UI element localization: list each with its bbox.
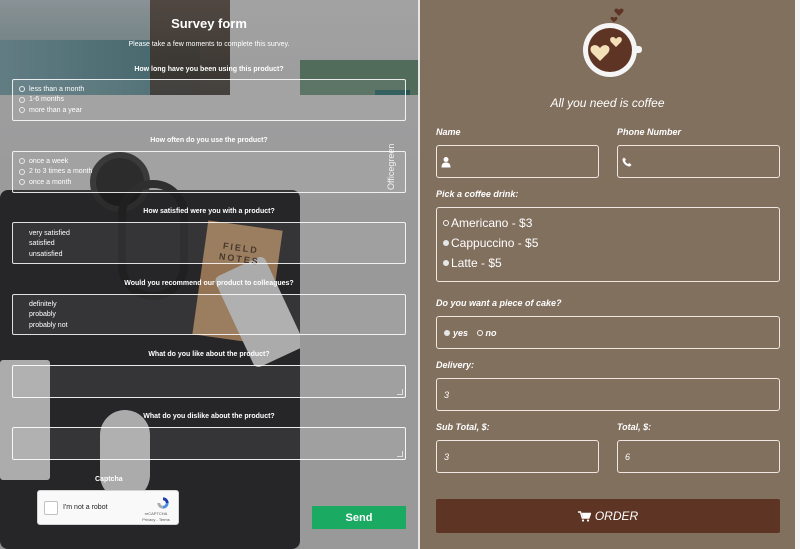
- question-likes: What do you like about the product?: [148, 351, 270, 358]
- question-dislikes: What do you dislike about the product?: [143, 413, 275, 420]
- right-edge: [795, 0, 800, 549]
- radio-icon[interactable]: [444, 330, 450, 336]
- radio-icon[interactable]: [443, 260, 449, 266]
- recaptcha-checkbox[interactable]: [44, 501, 58, 515]
- option-very-satisfied[interactable]: very satisfied: [13, 228, 405, 239]
- survey-panel: FIELD NOTES Officegreen Survey form Plea…: [0, 0, 418, 549]
- delivery-value: 3: [444, 389, 450, 400]
- option-once-week[interactable]: once a week: [13, 156, 405, 167]
- coffee-cup-hearts-icon: [583, 8, 642, 77]
- send-button[interactable]: Send: [312, 506, 406, 529]
- recaptcha-links[interactable]: Privacy - Terms: [138, 517, 174, 522]
- radio-icon[interactable]: [19, 86, 25, 93]
- option-more-than-year[interactable]: more than a year: [13, 105, 405, 116]
- name-label: Name: [436, 127, 461, 137]
- survey-subtitle: Please take a few moments to complete th…: [128, 41, 290, 48]
- option-satisfied[interactable]: satisfied: [13, 239, 405, 250]
- dislikes-textarea[interactable]: [12, 427, 406, 460]
- delivery-input[interactable]: 3: [436, 378, 780, 411]
- radio-icon[interactable]: [19, 168, 25, 175]
- cake-group: yes no: [436, 316, 780, 349]
- subtotal-label: Sub Total, $:: [436, 422, 490, 432]
- radio-icon[interactable]: [19, 107, 25, 114]
- cake-option-no[interactable]: no: [476, 328, 497, 338]
- order-label: ORDER: [594, 509, 639, 523]
- option-1-6-months[interactable]: 1-6 months: [13, 95, 405, 106]
- option-definitely[interactable]: definitely: [13, 299, 405, 310]
- recaptcha-brand: reCAPTCHA: [144, 511, 168, 516]
- satisfaction-select[interactable]: very satisfied satisfied unsatisfied: [12, 222, 406, 264]
- option-less-than-month[interactable]: less than a month: [13, 84, 405, 95]
- user-icon: [441, 156, 451, 167]
- order-button[interactable]: ORDER: [436, 499, 780, 533]
- total-value: 6: [625, 451, 631, 462]
- phone-icon: [622, 157, 632, 166]
- name-input[interactable]: [436, 145, 599, 178]
- drink-option-americano[interactable]: Americano - $3: [437, 213, 779, 233]
- cart-icon: [577, 510, 591, 522]
- cake-label: Do you want a piece of cake?: [436, 298, 562, 308]
- usage-duration-group: less than a month 1-6 months more than a…: [12, 79, 406, 121]
- drink-option-cappuccino[interactable]: Cappuccino - $5: [437, 233, 779, 253]
- cake-option-yes[interactable]: yes: [444, 328, 468, 338]
- recaptcha-widget: I'm not a robot reCAPTCHA Privacy - Term…: [37, 490, 179, 525]
- likes-textarea[interactable]: [12, 365, 406, 398]
- delivery-label: Delivery:: [436, 360, 475, 370]
- tagline: All you need is coffee: [550, 96, 665, 110]
- option-once-month[interactable]: once a month: [13, 177, 405, 188]
- question-recommend: Would you recommend our product to colle…: [124, 280, 294, 287]
- option-2-3-times-month[interactable]: 2 to 3 times a month: [13, 167, 405, 178]
- recaptcha-logo-icon: [157, 497, 169, 509]
- usage-frequency-group: once a week 2 to 3 times a month once a …: [12, 151, 406, 193]
- coffee-order-panel: All you need is coffee Name Phone Number…: [420, 0, 795, 549]
- captcha-label: Captcha: [95, 476, 123, 483]
- subtotal-input[interactable]: 3: [436, 440, 599, 473]
- drink-label: Pick a coffee drink:: [436, 189, 519, 199]
- radio-icon[interactable]: [443, 220, 449, 226]
- option-unsatisfied[interactable]: unsatisfied: [13, 249, 405, 260]
- drink-option-latte[interactable]: Latte - $5: [437, 253, 779, 273]
- radio-icon[interactable]: [476, 330, 483, 336]
- question-usage-duration: How long have you been using this produc…: [134, 66, 284, 73]
- phone-label: Phone Number: [617, 127, 682, 137]
- radio-icon[interactable]: [19, 179, 25, 186]
- question-usage-frequency: How often do you use the product?: [150, 137, 268, 144]
- subtotal-value: 3: [444, 451, 450, 462]
- phone-input[interactable]: [617, 145, 780, 178]
- option-probably[interactable]: probably: [13, 310, 405, 321]
- total-input[interactable]: 6: [617, 440, 780, 473]
- radio-icon[interactable]: [19, 158, 25, 165]
- total-label: Total, $:: [617, 422, 652, 432]
- recaptcha-text: I'm not a robot: [63, 504, 108, 511]
- recommend-select[interactable]: definitely probably probably not: [12, 294, 406, 335]
- drink-select[interactable]: Americano - $3 Cappuccino - $5 Latte - $…: [436, 207, 780, 282]
- option-probably-not[interactable]: probably not: [13, 320, 405, 331]
- radio-icon[interactable]: [19, 96, 25, 103]
- survey-title: Survey form: [171, 16, 247, 31]
- radio-icon[interactable]: [443, 240, 449, 246]
- question-satisfaction: How satisfied were you with a product?: [143, 208, 275, 215]
